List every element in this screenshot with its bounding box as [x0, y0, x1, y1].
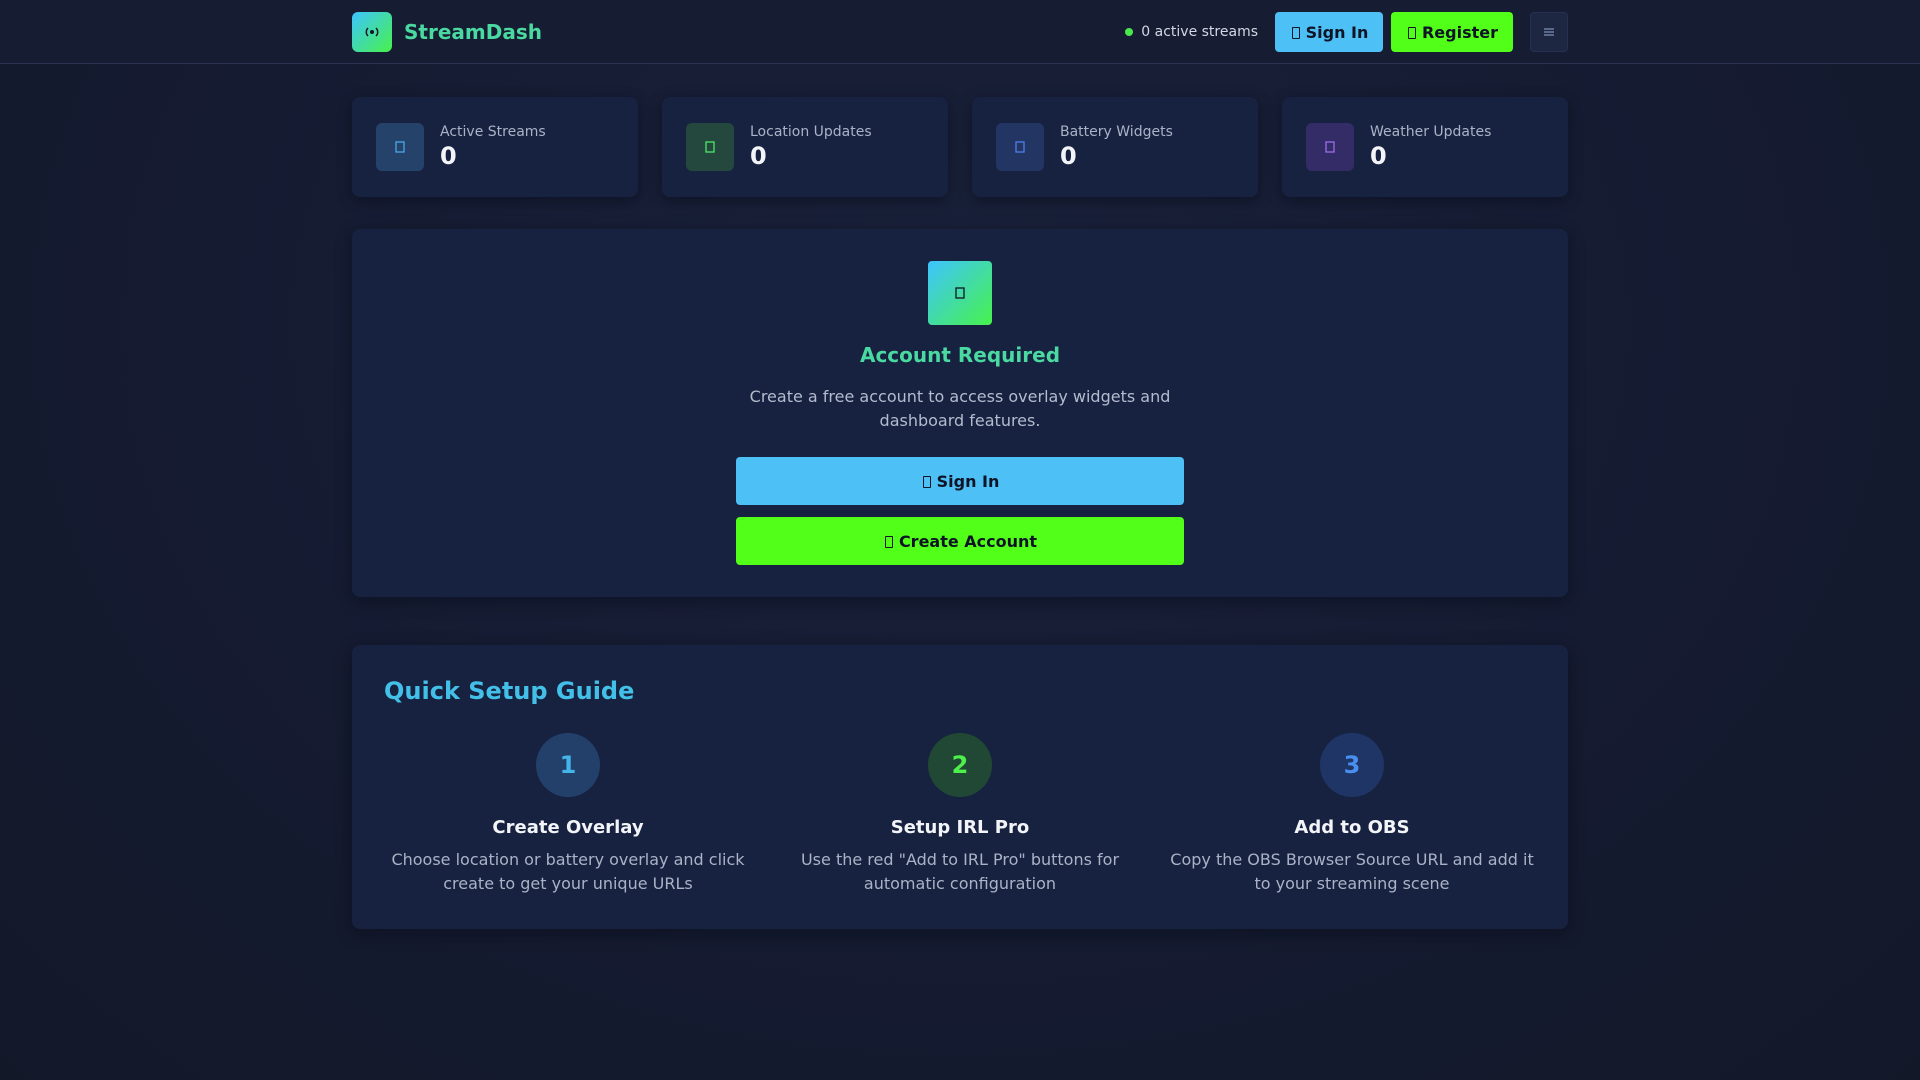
stats-row: Active Streams 0 Location Updates 0 Batt… [352, 97, 1568, 197]
map-pin-icon [686, 123, 734, 171]
brand-title: StreamDash [404, 20, 542, 44]
setup-steps: 1 Create Overlay Choose location or batt… [384, 733, 1536, 896]
menu-button[interactable] [1530, 12, 1568, 52]
step-description: Choose location or battery overlay and c… [391, 850, 745, 893]
stat-label: Location Updates [750, 124, 872, 140]
stat-card-battery-widgets: Battery Widgets 0 [972, 97, 1258, 197]
auth-title: Account Required [859, 343, 1061, 367]
header-sign-in-button[interactable]: Sign In [1275, 12, 1383, 52]
step-description: Use the red "Add to IRL Pro" buttons for… [800, 850, 1120, 893]
step-description: Copy the OBS Browser Source URL and add … [1170, 850, 1534, 893]
step-number-badge: 2 [928, 733, 992, 797]
menu-icon [1544, 28, 1554, 36]
top-navigation-bar: StreamDash 0 active streams Sign In Regi… [0, 0, 1920, 64]
sign-in-icon [921, 475, 931, 488]
create-account-button[interactable]: Create Account [736, 517, 1184, 565]
header-register-button[interactable]: Register [1391, 12, 1513, 52]
header-sign-in-label: Sign In [1305, 22, 1369, 42]
step-title: Setup IRL Pro [890, 817, 1030, 838]
header-register-label: Register [1421, 22, 1499, 42]
guide-title: Quick Setup Guide [384, 677, 635, 705]
user-plus-icon [1406, 26, 1416, 39]
live-status: 0 active streams [1125, 24, 1258, 40]
header-actions: 0 active streams Sign In Register [1125, 12, 1568, 52]
setup-step-3: 3 Add to OBS Copy the OBS Browser Source… [1168, 733, 1536, 896]
stat-card-active-streams: Active Streams 0 [352, 97, 638, 197]
auth-description: Create a free account to access overlay … [749, 387, 1171, 430]
brand[interactable]: StreamDash [352, 12, 542, 52]
step-title: Add to OBS [1294, 817, 1410, 838]
stat-label: Active Streams [440, 124, 546, 140]
sign-in-button[interactable]: Sign In [736, 457, 1184, 505]
stat-card-location-updates: Location Updates 0 [662, 97, 948, 197]
step-title: Create Overlay [492, 817, 644, 838]
stat-value: 0 [750, 142, 767, 170]
broadcast-icon [352, 12, 392, 52]
stat-value: 0 [440, 142, 457, 170]
step-number-badge: 3 [1320, 733, 1384, 797]
status-dot-icon [1125, 28, 1134, 36]
active-streams-text: 0 active streams [1141, 24, 1258, 40]
setup-step-2: 2 Setup IRL Pro Use the red "Add to IRL … [776, 733, 1144, 896]
battery-icon [996, 123, 1044, 171]
stat-label: Battery Widgets [1060, 124, 1173, 140]
quick-setup-guide: Quick Setup Guide 1 Create Overlay Choos… [352, 645, 1568, 929]
stat-label: Weather Updates [1370, 124, 1492, 140]
user-plus-icon [883, 535, 893, 548]
lock-icon [928, 261, 992, 325]
step-number-badge: 1 [536, 733, 600, 797]
stat-value: 0 [1370, 142, 1387, 170]
create-account-label: Create Account [898, 531, 1038, 551]
stat-card-weather-updates: Weather Updates 0 [1282, 97, 1568, 197]
setup-step-1: 1 Create Overlay Choose location or batt… [384, 733, 752, 896]
cloud-icon [1306, 123, 1354, 171]
stat-value: 0 [1060, 142, 1077, 170]
sign-in-label: Sign In [936, 471, 1000, 491]
video-icon [376, 123, 424, 171]
account-required-panel: Account Required Create a free account t… [352, 229, 1568, 597]
sign-in-icon [1290, 26, 1300, 39]
